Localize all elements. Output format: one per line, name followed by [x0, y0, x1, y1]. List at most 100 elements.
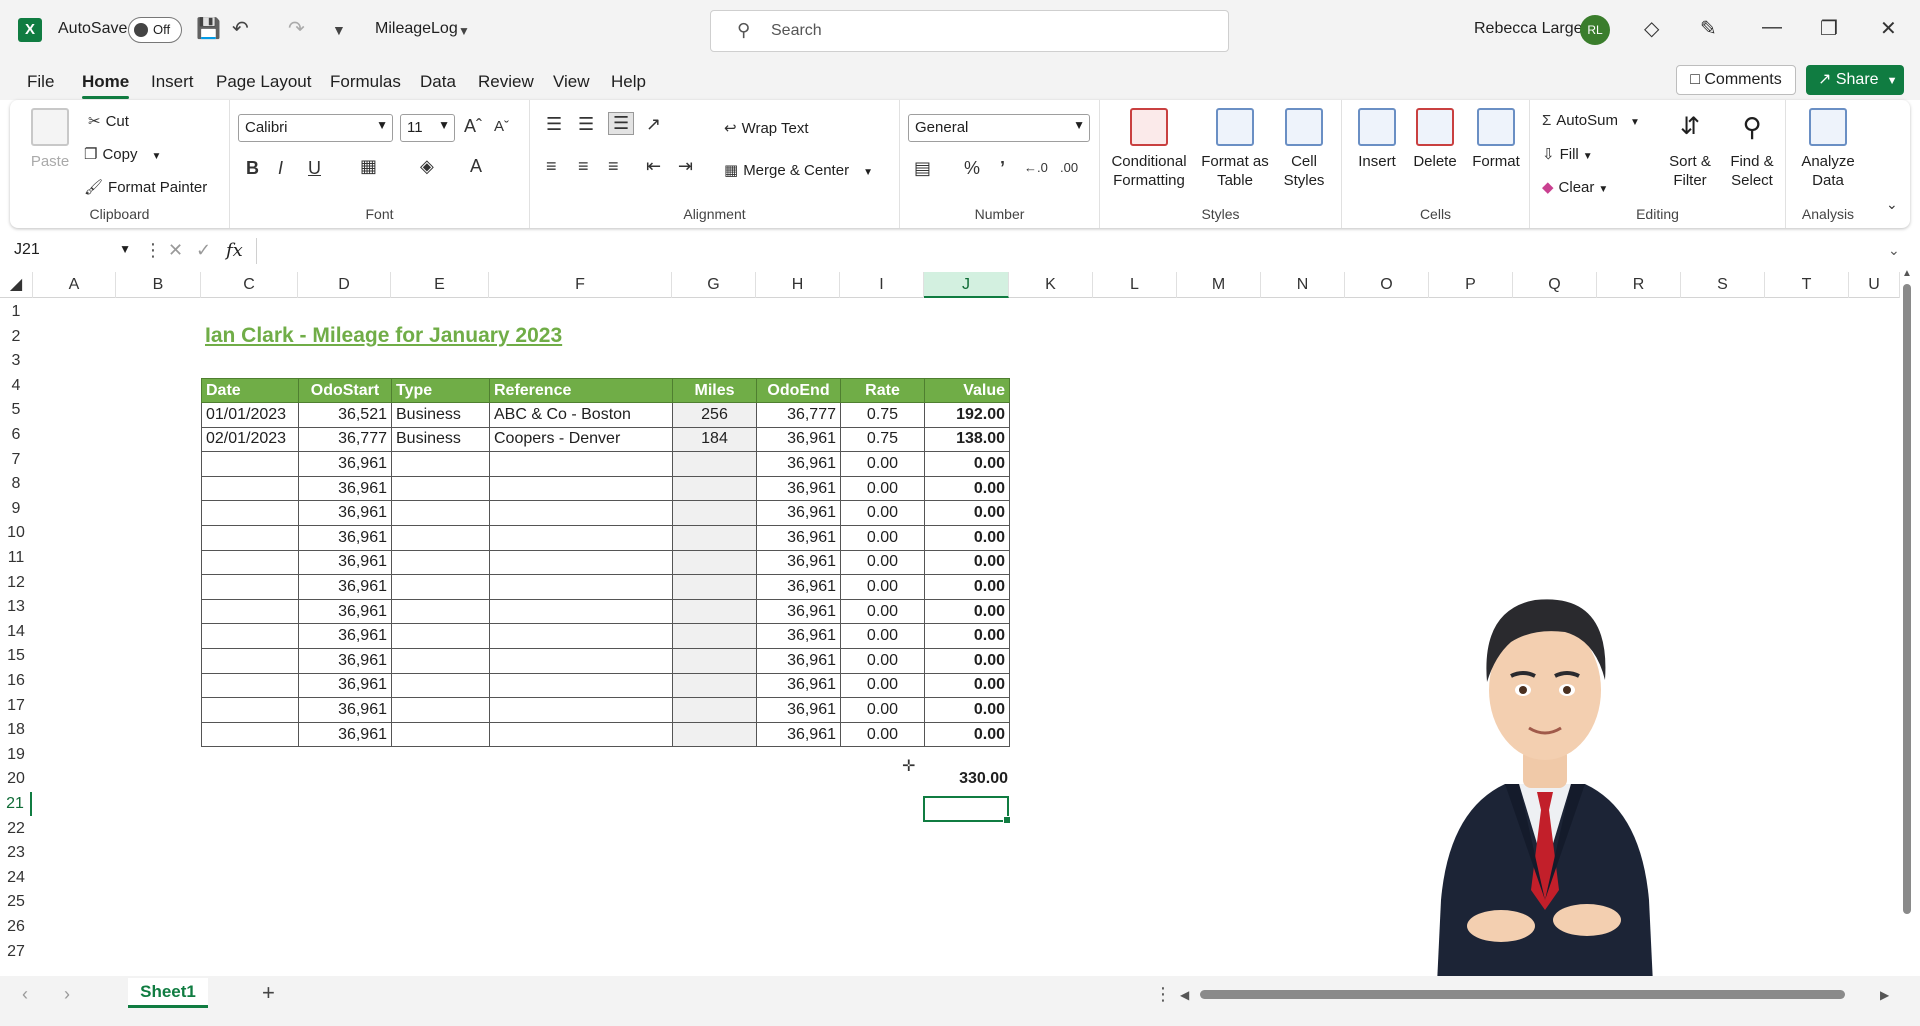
column-header-j[interactable]: J	[924, 272, 1009, 298]
table-cell[interactable]: 36,521	[298, 402, 392, 428]
save-icon[interactable]: 💾	[196, 16, 221, 41]
table-cell[interactable]	[391, 672, 490, 699]
column-header-g[interactable]: G	[672, 272, 756, 298]
vertical-scrollbar[interactable]: ▲	[1900, 268, 1914, 970]
table-cell[interactable]	[489, 721, 673, 748]
row-header[interactable]: 15	[0, 644, 32, 668]
table-cell[interactable]: 0.00	[924, 475, 1010, 502]
format-cells-button[interactable]: Format	[1466, 108, 1526, 171]
table-cell[interactable]	[672, 672, 757, 699]
row-header[interactable]: 1	[0, 300, 32, 324]
share-button[interactable]: ↗ Share ▼	[1806, 65, 1904, 95]
sort-filter-button[interactable]: ⇵ Sort & Filter	[1664, 108, 1716, 190]
table-cell[interactable]: 0.00	[924, 721, 1010, 748]
table-cell[interactable]: 0.00	[924, 451, 1010, 477]
table-cell[interactable]	[391, 549, 490, 576]
redo-icon[interactable]: ↷	[288, 16, 305, 41]
table-cell[interactable]	[391, 598, 490, 625]
table-cell[interactable]: 36,961	[756, 598, 841, 625]
table-cell[interactable]: 36,961	[298, 623, 392, 649]
find-select-button[interactable]: ⚲ Find & Select	[1722, 108, 1782, 190]
sheet-next-icon[interactable]: ›	[64, 984, 70, 1005]
select-all-corner[interactable]: ◢	[0, 272, 33, 298]
table-cell[interactable]	[391, 647, 490, 674]
table-cell[interactable]	[201, 598, 299, 625]
row-header[interactable]: 18	[0, 718, 32, 742]
minimize-icon[interactable]: —	[1762, 16, 1782, 39]
ribbon-collapse-icon[interactable]: ⌄	[1886, 196, 1898, 213]
more-icon[interactable]: ⋮	[1154, 984, 1172, 1005]
table-cell[interactable]	[672, 549, 757, 576]
close-icon[interactable]: ✕	[1880, 16, 1897, 41]
fill-color-icon[interactable]: ◈	[420, 156, 434, 177]
row-header[interactable]: 13	[0, 595, 32, 619]
table-cell[interactable]: 36,961	[298, 500, 392, 526]
active-cell-j21[interactable]	[923, 796, 1011, 824]
table-cell[interactable]	[201, 574, 299, 600]
bold-icon[interactable]: B	[246, 158, 259, 179]
column-header-e[interactable]: E	[391, 272, 489, 298]
row-header[interactable]: 8	[0, 472, 32, 496]
table-cell[interactable]	[201, 451, 299, 477]
table-cell[interactable]	[489, 451, 673, 477]
name-box[interactable]: J21 ▼	[10, 238, 135, 264]
row-header[interactable]: 25	[0, 890, 32, 914]
row-header[interactable]: 20	[0, 767, 32, 791]
cancel-icon[interactable]: ✕	[168, 240, 183, 261]
table-cell[interactable]: 36,961	[756, 451, 841, 477]
header-date[interactable]: Date	[201, 378, 299, 403]
row-header[interactable]: 3	[0, 349, 32, 373]
decrease-decimal-icon[interactable]: .00	[1060, 160, 1078, 175]
tab-home[interactable]: Home	[82, 72, 130, 99]
align-top-icon[interactable]: ☰	[546, 114, 562, 135]
table-cell[interactable]	[201, 721, 299, 748]
table-cell[interactable]: 0.00	[924, 672, 1010, 699]
table-cell[interactable]: 184	[672, 426, 757, 453]
autosum-button[interactable]: Σ AutoSum ▼	[1542, 112, 1640, 129]
table-cell[interactable]	[201, 697, 299, 723]
tab-formulas[interactable]: Formulas	[330, 72, 401, 92]
decrease-indent-icon[interactable]: ⇤	[646, 156, 661, 177]
scroll-right-icon[interactable]: ▶	[1880, 988, 1889, 1002]
column-header-p[interactable]: P	[1429, 272, 1513, 298]
comments-button[interactable]: □ Comments	[1676, 65, 1796, 95]
row-header[interactable]: 21	[0, 792, 32, 816]
table-cell[interactable]: 0.00	[840, 500, 925, 526]
tab-insert[interactable]: Insert	[151, 72, 194, 92]
table-cell[interactable]: 36,961	[756, 623, 841, 649]
table-cell[interactable]	[391, 574, 490, 600]
table-cell[interactable]: 0.75	[840, 402, 925, 428]
table-cell[interactable]: 36,961	[756, 426, 841, 453]
table-cell[interactable]	[489, 549, 673, 576]
table-cell[interactable]	[672, 451, 757, 477]
table-cell[interactable]: 36,961	[298, 574, 392, 600]
borders-icon[interactable]: ▦	[360, 156, 377, 177]
table-cell[interactable]: 36,961	[298, 721, 392, 748]
table-cell[interactable]: 36,961	[756, 549, 841, 576]
tab-review[interactable]: Review	[478, 72, 534, 92]
delete-cells-button[interactable]: Delete	[1406, 108, 1464, 171]
number-format-select[interactable]: General ▼	[908, 114, 1090, 142]
column-header-i[interactable]: I	[840, 272, 924, 298]
table-cell[interactable]	[391, 524, 490, 551]
row-header[interactable]: 6	[0, 423, 32, 447]
add-sheet-icon[interactable]: +	[262, 980, 275, 1006]
table-cell[interactable]	[201, 475, 299, 502]
table-cell[interactable]	[672, 524, 757, 551]
column-header-l[interactable]: L	[1093, 272, 1177, 298]
fx-label[interactable]: fx	[226, 240, 243, 261]
undo-icon[interactable]: ↶	[232, 16, 249, 41]
insert-cells-button[interactable]: Insert	[1350, 108, 1404, 171]
table-cell[interactable]: 36,961	[298, 549, 392, 576]
orientation-icon[interactable]: ↗	[646, 114, 661, 135]
table-cell[interactable]	[672, 721, 757, 748]
table-cell[interactable]	[672, 623, 757, 649]
percent-icon[interactable]: %	[964, 158, 980, 179]
table-cell[interactable]	[489, 500, 673, 526]
cell-styles-button[interactable]: Cell Styles	[1276, 108, 1332, 190]
restore-icon[interactable]: ❐	[1820, 16, 1838, 41]
table-cell[interactable]: 0.00	[840, 647, 925, 674]
table-cell[interactable]: Business	[391, 426, 490, 453]
column-header-k[interactable]: K	[1009, 272, 1093, 298]
tab-file[interactable]: File	[27, 72, 54, 92]
